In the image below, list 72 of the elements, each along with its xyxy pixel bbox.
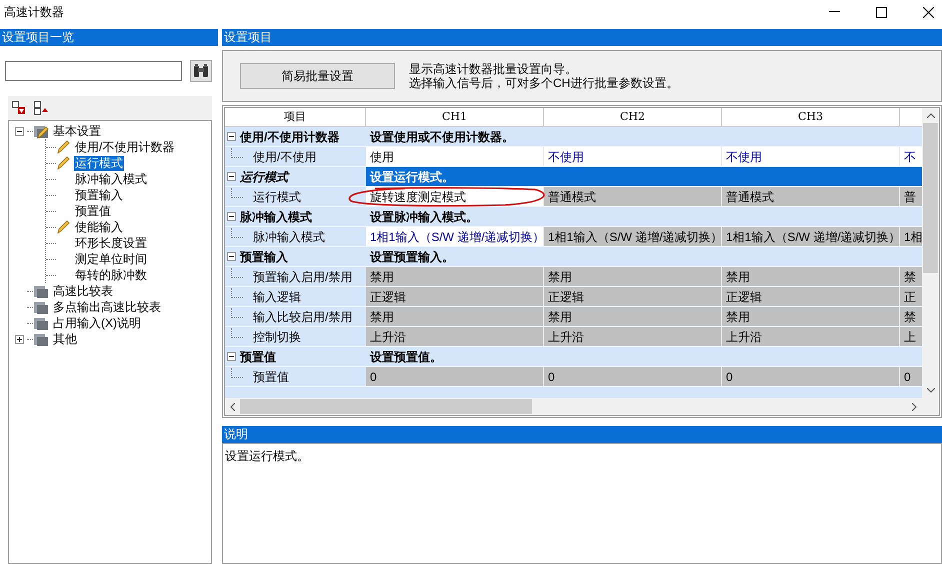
group-label: 使用/不使用计数器 bbox=[240, 128, 340, 146]
row-label: 控制切换 bbox=[253, 328, 301, 346]
row-label: 脉冲输入模式 bbox=[253, 228, 325, 246]
tree-item[interactable]: 每转的脉冲数 bbox=[74, 268, 148, 282]
collapse-icon[interactable] bbox=[227, 212, 236, 221]
tree-item[interactable]: 使用/不使用计数器 bbox=[74, 140, 176, 154]
table-cell[interactable]: 使用 bbox=[366, 147, 544, 166]
tree-item[interactable]: 预置值 bbox=[74, 204, 112, 218]
group-label: 脉冲输入模式 bbox=[240, 208, 312, 226]
tree-item[interactable]: 高速比较表 bbox=[52, 284, 114, 298]
row-label: 预置值 bbox=[253, 368, 289, 386]
search-field[interactable] bbox=[5, 61, 182, 81]
tree-item[interactable]: 使能输入 bbox=[74, 220, 124, 234]
panel-title: 说明 bbox=[222, 426, 942, 443]
binoculars-icon bbox=[193, 64, 209, 78]
group-description: 设置脉冲输入模式。 bbox=[368, 208, 479, 226]
table-cell[interactable]: 1相1输入（S/W 递增/递减切换） bbox=[366, 227, 544, 246]
collapse-icon[interactable] bbox=[227, 132, 236, 141]
table-cell[interactable]: 不使用 bbox=[722, 147, 900, 166]
table-cell[interactable]: 不使用 bbox=[544, 147, 722, 166]
collapse-icon[interactable] bbox=[227, 352, 236, 361]
close-icon[interactable] bbox=[923, 6, 934, 18]
expand-all-icon[interactable] bbox=[12, 101, 26, 115]
column-header[interactable]: CH2 bbox=[544, 108, 722, 126]
expand-icon[interactable] bbox=[15, 334, 24, 344]
group-description: 设置预置值。 bbox=[368, 348, 443, 366]
minimize-icon[interactable] bbox=[829, 11, 840, 13]
hint-text: 显示高速计数器批量设置向导。 bbox=[409, 62, 578, 76]
tree-item[interactable]: 测定单位时间 bbox=[74, 252, 148, 266]
vertical-scrollbar[interactable] bbox=[922, 108, 939, 398]
scroll-left-icon[interactable] bbox=[230, 402, 235, 410]
find-button[interactable] bbox=[190, 60, 212, 82]
row-label: 输入逻辑 bbox=[253, 288, 301, 306]
group-description: 设置使用或不使用计数器。 bbox=[368, 128, 515, 146]
group-description: 设置预置输入。 bbox=[368, 248, 455, 266]
column-header[interactable]: CH1 bbox=[366, 108, 544, 126]
tree-item[interactable]: 多点输出高速比较表 bbox=[52, 300, 162, 314]
scroll-thumb[interactable] bbox=[240, 399, 532, 414]
scroll-down-icon[interactable] bbox=[926, 388, 934, 393]
hint-text: 选择输入信号后，可对多个CH进行批量参数设置。 bbox=[409, 76, 678, 90]
window-title: 高速计数器 bbox=[4, 4, 64, 21]
column-header[interactable]: 项目 bbox=[225, 108, 366, 126]
tree-item[interactable]: 基本设置 bbox=[52, 124, 102, 138]
collapse-all-icon[interactable] bbox=[34, 101, 49, 115]
scroll-up-icon[interactable] bbox=[926, 113, 934, 118]
table-cell[interactable]: 不 bbox=[900, 147, 922, 166]
column-header[interactable]: CH3 bbox=[722, 108, 900, 126]
row-label: 预置输入启用/禁用 bbox=[253, 268, 352, 286]
scroll-thumb[interactable] bbox=[923, 123, 938, 273]
batch-settings-button[interactable]: 简易批量设置 bbox=[240, 63, 395, 89]
group-description: 设置运行模式。 bbox=[366, 167, 922, 186]
horizontal-scrollbar[interactable] bbox=[225, 398, 939, 415]
collapse-icon[interactable] bbox=[227, 252, 236, 261]
scroll-right-icon[interactable] bbox=[912, 402, 917, 410]
tree-item[interactable]: 其他 bbox=[52, 332, 78, 346]
collapse-icon[interactable] bbox=[15, 126, 24, 136]
row-label: 使用/不使用 bbox=[253, 148, 316, 166]
row-label: 输入比较启用/禁用 bbox=[253, 308, 352, 326]
tree-item[interactable]: 脉冲输入模式 bbox=[74, 172, 148, 186]
group-label: 预置值 bbox=[240, 348, 276, 366]
maximize-icon[interactable] bbox=[876, 6, 887, 18]
group-label: 预置输入 bbox=[240, 248, 288, 266]
tree-item[interactable]: 占用输入(X)说明 bbox=[52, 316, 142, 330]
tree-item[interactable]: 环形长度设置 bbox=[74, 236, 148, 250]
tree-item[interactable]: 运行模式 bbox=[74, 156, 124, 170]
group-label: 运行模式 bbox=[240, 168, 288, 186]
panel-title: 设置项目 bbox=[222, 29, 942, 46]
panel-title: 设置项目一览 bbox=[0, 29, 218, 46]
tree-item[interactable]: 预置输入 bbox=[74, 188, 124, 202]
row-label: 运行模式 bbox=[253, 188, 301, 206]
collapse-icon[interactable] bbox=[227, 172, 236, 181]
description-text: 设置运行模式。 bbox=[225, 449, 309, 463]
